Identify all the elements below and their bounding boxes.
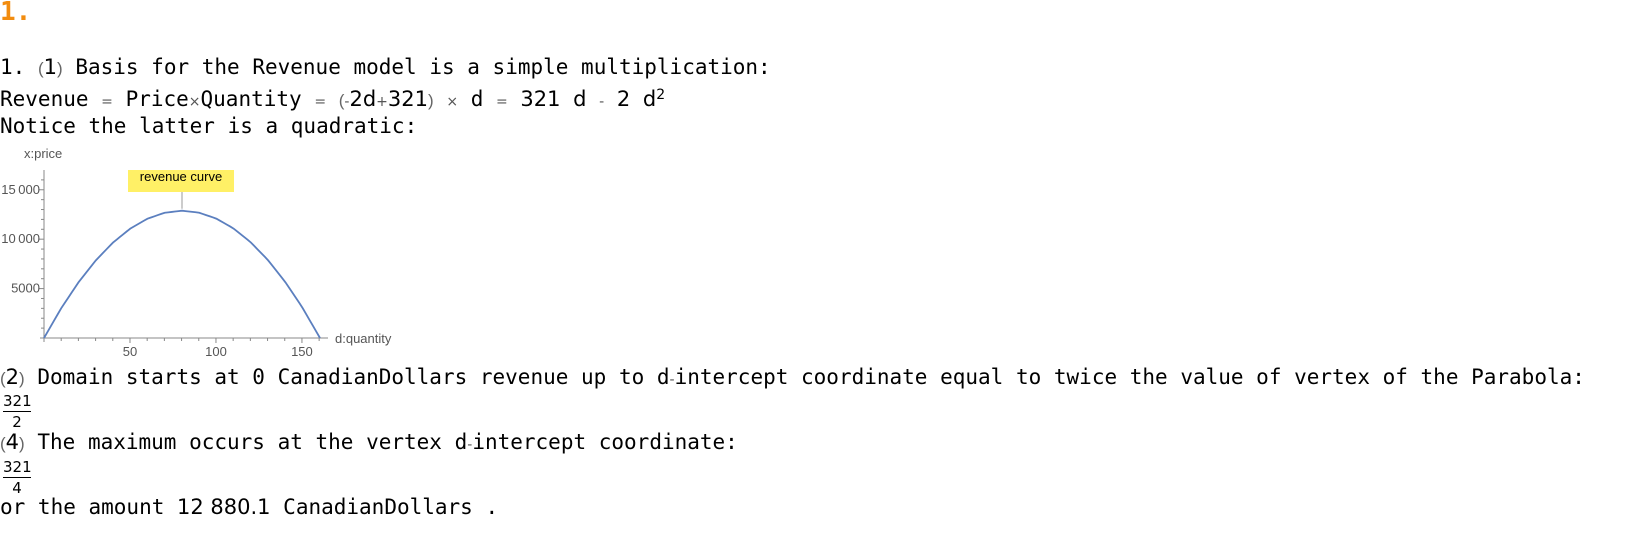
- linear-term: 2d: [349, 87, 377, 111]
- step-1-label: 1.: [0, 55, 26, 79]
- revenue-equation: Revenue = Price×Quantity = (-2d+321) × d…: [0, 86, 665, 115]
- close-paren: ): [427, 91, 434, 110]
- times-sign: ×: [446, 94, 459, 110]
- fraction-321-over-2: 321 2: [3, 392, 32, 432]
- equals-sign: =: [314, 94, 327, 110]
- final-amount-line: or the amount 12 880.1 CanadianDollars .: [0, 494, 498, 520]
- close-paren: ): [57, 59, 63, 78]
- x-tick-label: 100: [205, 344, 227, 359]
- step-4-text-end: intercept coordinate:: [472, 430, 738, 454]
- close-paren: ): [19, 369, 25, 388]
- step-number: 4: [5, 430, 20, 454]
- y-tick-label: 5000: [11, 281, 40, 296]
- y-axis-label: x:price: [24, 146, 62, 161]
- revenue-chart: 50 100 150 5000 10 000 15 000 x:price d:quantit…: [1, 146, 392, 359]
- revenue-curve-line: [43, 209, 321, 339]
- close-paren: ): [19, 434, 25, 453]
- fraction-321-over-4: 321 4: [3, 458, 32, 498]
- step-number: 1: [43, 55, 57, 79]
- x-tick-label: 50: [123, 344, 137, 359]
- step-number: 2: [5, 365, 20, 389]
- d-variable: d: [470, 87, 484, 111]
- step-1-line: 1. (1) Basis for the Revenue model is a …: [0, 54, 771, 82]
- price-word: Price: [125, 87, 189, 111]
- step-1-text: Basis for the Revenue model is a simple …: [75, 55, 771, 79]
- final-suffix: CanadianDollars .: [270, 495, 499, 519]
- numerator: 321: [3, 392, 32, 412]
- constant-term: 321: [387, 87, 428, 111]
- d-variable: d: [642, 87, 657, 111]
- exponent: 2: [656, 87, 666, 103]
- equals-sign: =: [496, 94, 508, 110]
- times-sign: ×: [188, 94, 201, 110]
- coefficient-2: 2: [616, 87, 631, 111]
- quadratic-note: Notice the latter is a quadratic:: [0, 114, 418, 138]
- minus-sign: -: [599, 94, 605, 110]
- equals-sign: =: [101, 94, 113, 110]
- step-2-line: (2) Domain starts at 0 CanadianDollars r…: [0, 364, 1585, 393]
- revenue-word: Revenue: [0, 87, 89, 111]
- max-revenue-value: 12 880.1: [177, 495, 271, 519]
- step-4-line: (4) The maximum occurs at the vertex d-i…: [0, 429, 738, 458]
- final-prefix: or the amount: [0, 495, 178, 519]
- coefficient-321: 321: [520, 87, 561, 111]
- numerator: 321: [3, 458, 32, 478]
- section-heading: 1.: [0, 0, 32, 27]
- x-tick-label: 150: [291, 344, 313, 359]
- y-tick-label: 15 000: [1, 182, 40, 197]
- step-4-text: The maximum occurs at the vertex d: [37, 430, 468, 454]
- d-variable: d: [573, 87, 587, 111]
- x-axis-label: d:quantity: [335, 331, 392, 346]
- quantity-word: Quantity: [200, 87, 302, 111]
- y-tick-label: 10 000: [1, 231, 40, 246]
- step-2-text: Domain starts at 0 CanadianDollars reven…: [37, 365, 670, 389]
- plus-sign: +: [376, 94, 388, 110]
- step-2-text-end: intercept coordinate equal to twice the …: [674, 365, 1585, 389]
- callout-label: revenue curve: [140, 169, 222, 184]
